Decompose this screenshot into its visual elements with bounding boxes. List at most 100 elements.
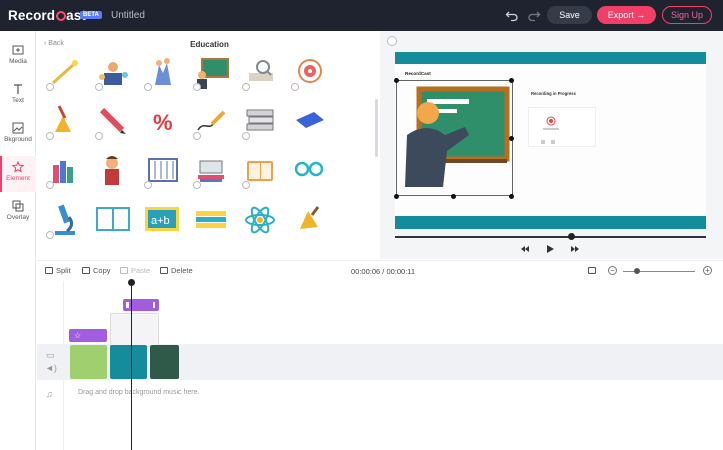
delete-button[interactable]: Delete — [160, 266, 193, 275]
video-clip[interactable] — [110, 345, 147, 379]
element-marker — [242, 132, 250, 140]
split-icon — [45, 267, 53, 274]
science-class-icon[interactable] — [94, 53, 132, 91]
timeline: ▭ ◄) ♫ ☆ Drag and drop background music … — [37, 279, 723, 450]
media-icon — [12, 45, 24, 55]
student-icon[interactable] — [94, 151, 132, 189]
app-logo[interactable]: Record ast — [8, 8, 86, 23]
top-band — [395, 52, 706, 64]
teacher-board-element — [405, 86, 510, 187]
element-marker — [46, 132, 54, 140]
blue-book-icon[interactable] — [290, 102, 328, 140]
element-marker — [193, 83, 201, 91]
open-book-blue-icon[interactable] — [94, 201, 132, 239]
magnifier-book-icon[interactable] — [241, 53, 279, 91]
resize-handle[interactable] — [509, 194, 514, 199]
rewind-icon[interactable] — [520, 244, 530, 254]
preview-toggle[interactable] — [387, 36, 397, 46]
element-marker — [242, 83, 250, 91]
time-display: 00:00:06 / 00:00:11 — [351, 267, 416, 276]
save-button[interactable]: Save — [547, 6, 592, 24]
inner-logo: RecordCast — [405, 71, 431, 76]
microscope-icon[interactable] — [45, 201, 83, 239]
book-stack-icon[interactable] — [241, 102, 279, 140]
resize-handle[interactable] — [509, 136, 514, 141]
atom-icon[interactable] — [241, 201, 279, 239]
sidebar-item-element[interactable]: Element — [0, 156, 36, 192]
selected-element[interactable] — [396, 80, 513, 196]
magic-wand-icon[interactable] — [45, 53, 83, 91]
target-icon[interactable] — [290, 53, 328, 91]
hands-up-icon[interactable] — [143, 53, 181, 91]
element-clip[interactable]: ☆ — [69, 329, 107, 342]
document-title[interactable]: Untitled — [111, 10, 145, 21]
hand-bell-icon[interactable] — [290, 201, 328, 239]
laptop-books-icon[interactable] — [192, 151, 230, 189]
pencil-line-icon[interactable] — [192, 102, 230, 140]
sidebar-item-overlay[interactable]: Overlay — [0, 195, 36, 231]
export-button[interactable]: Export → — [597, 6, 656, 24]
undo-icon[interactable] — [505, 8, 519, 22]
abacus-icon[interactable] — [143, 151, 181, 189]
star-icon — [12, 161, 24, 173]
books-icon[interactable] — [45, 151, 83, 189]
video-canvas[interactable]: RecordCast Recording in Progress — [394, 52, 706, 229]
zoom-knob[interactable] — [634, 268, 640, 274]
sidebar-item-background[interactable]: Bkground — [0, 117, 36, 153]
open-book-icon[interactable] — [241, 151, 279, 189]
volume-icon[interactable]: ◄) — [45, 363, 57, 373]
left-sidebar: Media Text Bkground Element Overlay — [0, 31, 36, 450]
image-icon: ▭ — [46, 350, 55, 360]
element-marker — [46, 181, 54, 189]
bottom-band — [395, 216, 706, 229]
resize-handle[interactable] — [394, 78, 399, 83]
seek-bar[interactable] — [395, 236, 706, 238]
element-marker — [46, 83, 54, 91]
arrow-right-icon: → — [636, 10, 646, 20]
math-board-icon[interactable]: a+b — [143, 201, 181, 239]
redo-icon[interactable] — [527, 8, 541, 22]
beta-badge: BETA — [80, 11, 102, 19]
playhead-knob[interactable] — [128, 279, 135, 286]
logo-ring-icon — [55, 11, 66, 21]
split-button[interactable]: Split — [45, 266, 71, 275]
copy-button[interactable]: Copy — [82, 266, 111, 275]
pencil-icon[interactable] — [94, 102, 132, 140]
panel-scrollbar[interactable] — [375, 99, 378, 157]
text-icon — [14, 84, 22, 94]
svg-text:%: % — [153, 110, 173, 135]
play-icon[interactable] — [545, 244, 555, 254]
paste-button[interactable]: Paste — [120, 266, 150, 275]
pencils-icon[interactable] — [192, 201, 230, 239]
element-clip[interactable] — [123, 299, 159, 311]
music-drop-hint: Drag and drop background music here. — [78, 389, 200, 396]
element-panel: ‹ Back Education % a+b — [37, 31, 380, 259]
video-clip[interactable] — [150, 345, 179, 379]
bell-icon[interactable] — [45, 102, 83, 140]
playhead[interactable] — [131, 281, 132, 450]
element-marker — [242, 181, 250, 189]
sidebar-item-media[interactable]: Media — [0, 39, 36, 75]
percent-icon[interactable]: % — [143, 102, 181, 140]
glasses-icon[interactable] — [290, 151, 328, 189]
seek-knob[interactable] — [568, 233, 575, 240]
element-marker — [291, 83, 299, 91]
sidebar-item-text[interactable]: Text — [0, 78, 36, 114]
zoom-in-button[interactable]: + — [703, 266, 712, 275]
inner-record-box — [528, 107, 596, 147]
fast-forward-icon[interactable] — [570, 244, 580, 254]
preview-area: RecordCast Recording in Progress — [380, 31, 723, 259]
element-marker — [95, 132, 103, 140]
fit-button[interactable] — [588, 266, 599, 275]
resize-handle[interactable] — [394, 194, 399, 199]
overlay-icon — [12, 200, 24, 212]
sign-up-button[interactable]: Sign Up — [662, 6, 712, 24]
paste-icon — [120, 267, 128, 274]
teacher-board-icon[interactable] — [192, 53, 230, 91]
resize-handle[interactable] — [451, 194, 456, 199]
panel-title: Education — [190, 40, 229, 49]
video-clip[interactable] — [70, 345, 107, 379]
timeline-toolbar: Split Copy Paste Delete 00:00:06 / 00:00… — [37, 260, 723, 280]
zoom-out-button[interactable]: − — [608, 266, 617, 275]
resize-handle[interactable] — [509, 78, 514, 83]
